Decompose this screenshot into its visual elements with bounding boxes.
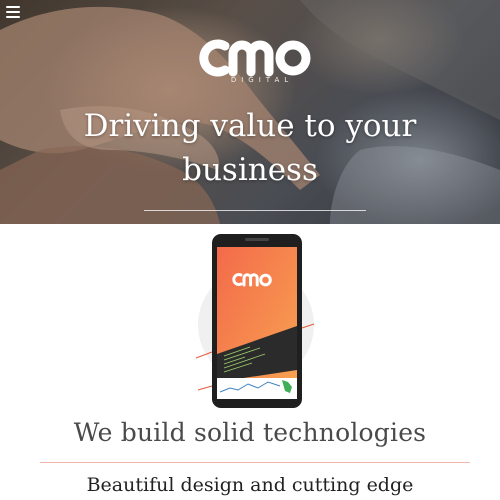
accent-line-left-2: [197, 385, 213, 391]
section-subtitle: Beautiful design and cutting edge: [86, 474, 414, 496]
section-divider: [40, 462, 470, 463]
phone-illustration: [195, 234, 315, 408]
hamburger-menu-icon[interactable]: [6, 6, 20, 18]
logo-subtitle: DIGITAL: [230, 76, 294, 84]
hero-title: Driving value to your business: [83, 108, 417, 188]
section-title: We build solid technologies: [73, 418, 427, 447]
phone-speaker: [245, 238, 269, 241]
hero-divider: [144, 210, 366, 211]
hero-banner: DIGITAL Driving value to your business: [0, 0, 500, 224]
phone-mockup: [190, 230, 320, 412]
